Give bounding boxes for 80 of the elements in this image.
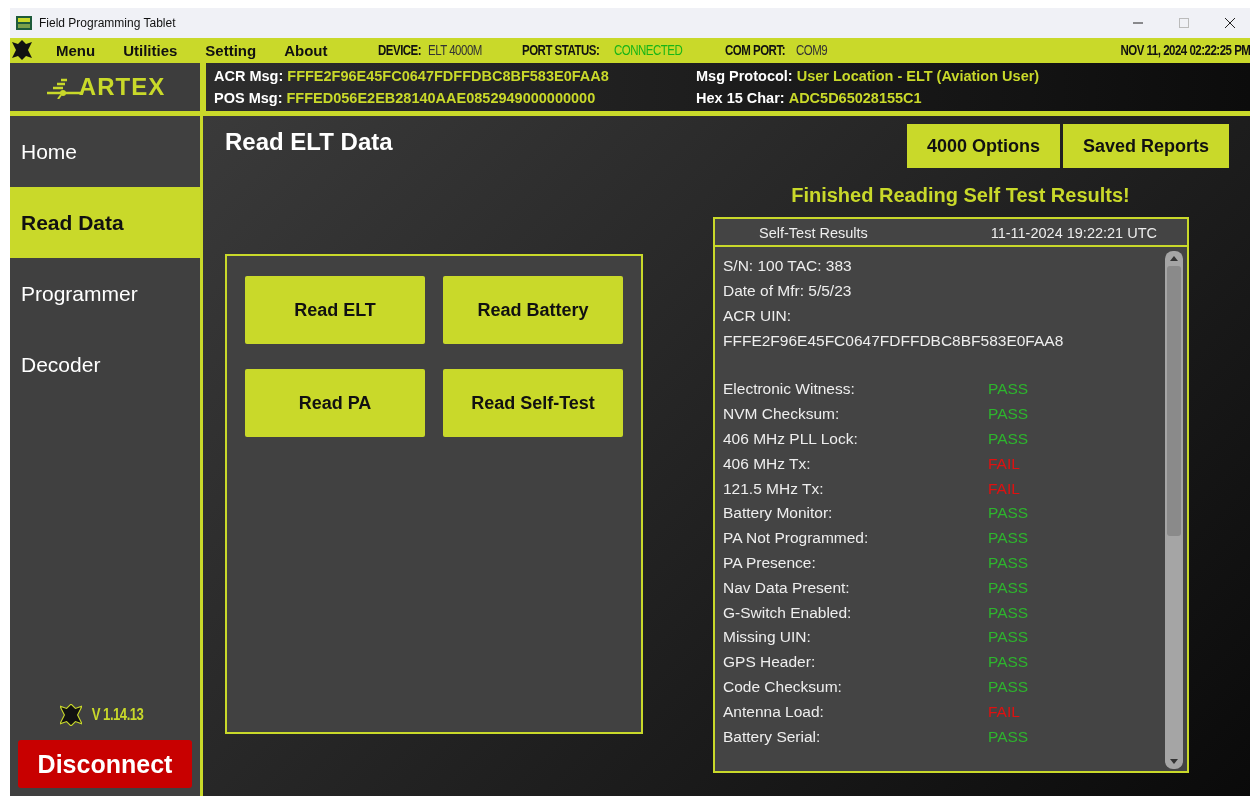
window-title: Field Programming Tablet (39, 16, 176, 30)
test-result: PASS (988, 578, 1029, 597)
message-label: POS Msg: (214, 90, 283, 106)
test-name: PA Not Programmed: (723, 529, 870, 548)
maximize-icon[interactable] (1178, 17, 1190, 29)
acr-logo-icon (60, 704, 83, 726)
device-label: DEVICE: (377, 42, 421, 58)
sidebar-item[interactable]: Home (10, 116, 200, 187)
test-result: PASS (988, 430, 1029, 448)
device-value: ELT 4000M (428, 42, 482, 58)
test-result: FAIL (988, 454, 1020, 473)
message-label: Msg Protocol: (696, 68, 793, 84)
acr-logo-icon (12, 40, 32, 60)
message-value: FFFED056E2EB28140AAE0852949000000000 (286, 90, 596, 106)
test-result: PASS (988, 405, 1029, 424)
scroll-up-icon[interactable] (1170, 256, 1178, 261)
com-port-value: COM9 (796, 42, 828, 58)
top-button[interactable]: Saved Reports (1062, 124, 1229, 168)
test-name: PA Presence: (723, 553, 817, 572)
top-button[interactable]: 4000 Options (906, 124, 1060, 168)
app-icon (16, 16, 32, 30)
message-value: User Location - ELT (Aviation User) (796, 68, 1040, 84)
message-label: Hex 15 Char: (696, 90, 785, 106)
test-result: PASS (988, 380, 1029, 399)
test-result: PASS (988, 603, 1029, 622)
status-message: Finished Reading Self Test Results! (791, 184, 1130, 207)
action-button[interactable]: Read PA (245, 369, 425, 437)
test-result: FAIL (988, 479, 1020, 498)
date-time: NOV 11, 2024 02:22:25 PM (1120, 42, 1250, 58)
scrollbar[interactable] (1165, 251, 1183, 769)
brand-logo-text: ARTEX (78, 73, 166, 101)
scroll-thumb[interactable] (1167, 266, 1181, 536)
version-label: V 1.14.13 (92, 706, 144, 724)
test-name: Electronic Witness: (723, 380, 856, 399)
test-name: Battery Monitor: (723, 504, 834, 523)
sidebar-item[interactable]: Read Data (10, 187, 200, 258)
action-button[interactable]: Read Battery (443, 276, 623, 344)
menu-item[interactable]: Menu (56, 41, 96, 59)
test-result: PASS (988, 529, 1029, 548)
test-name: GPS Header: (723, 653, 817, 672)
sidebar-item[interactable]: Programmer (10, 258, 200, 329)
test-name: Missing UIN: (723, 628, 812, 647)
menu-item[interactable]: About (284, 41, 328, 59)
port-status-label: PORT STATUS: (521, 42, 600, 58)
disconnect-button[interactable]: Disconnect (18, 740, 192, 788)
info-line: Date of Mfr: 5/5/23 (723, 281, 853, 301)
info-line: FFFE2F96E45FC0647FDFFDBC8BF583E0FAA8 (723, 331, 1065, 351)
port-status-value: CONNECTED (614, 42, 683, 58)
test-name: Code Checksum: (723, 677, 843, 696)
com-port-label: COM PORT: (725, 42, 786, 58)
test-name: Battery Serial: (723, 727, 822, 746)
page-title: Read ELT Data (225, 128, 394, 156)
close-icon[interactable] (1224, 17, 1236, 29)
test-name: G-Switch Enabled: (723, 603, 853, 622)
action-button[interactable]: Read Self-Test (443, 369, 623, 437)
test-result: PASS (988, 677, 1029, 696)
info-line: S/N: 100 TAC: 383 (723, 256, 853, 276)
message-value: FFFE2F96E45FC0647FDFFDBC8BF583E0FAA8 (287, 68, 609, 84)
test-result: PASS (988, 653, 1029, 672)
menu-item[interactable]: Setting (205, 41, 257, 59)
scroll-down-icon[interactable] (1170, 759, 1178, 764)
test-result: FAIL (988, 702, 1020, 721)
test-result: PASS (988, 727, 1029, 746)
info-line: ACR UIN: (723, 306, 793, 326)
test-name: 406 MHz Tx: (723, 454, 812, 473)
sidebar-item[interactable]: Decoder (10, 329, 200, 400)
message-label: ACR Msg: (214, 68, 284, 84)
message-value: ADC5D65028155C1 (788, 90, 922, 106)
test-name: Nav Data Present: (723, 578, 851, 597)
test-result: PASS (988, 553, 1029, 572)
test-result: PASS (988, 504, 1029, 523)
test-name: NVM Checksum: (723, 405, 841, 424)
results-title: Self-Test Results (759, 225, 868, 241)
test-name: Antenna Load: (723, 702, 825, 721)
menu-item[interactable]: Utilities (123, 41, 178, 59)
action-button[interactable]: Read ELT (245, 276, 425, 344)
results-timestamp: 11-11-2024 19:22:21 UTC (990, 225, 1157, 241)
test-name: 406 MHz PLL Lock: (723, 430, 859, 448)
test-result: PASS (988, 628, 1029, 647)
test-name: 121.5 MHz Tx: (723, 479, 825, 498)
